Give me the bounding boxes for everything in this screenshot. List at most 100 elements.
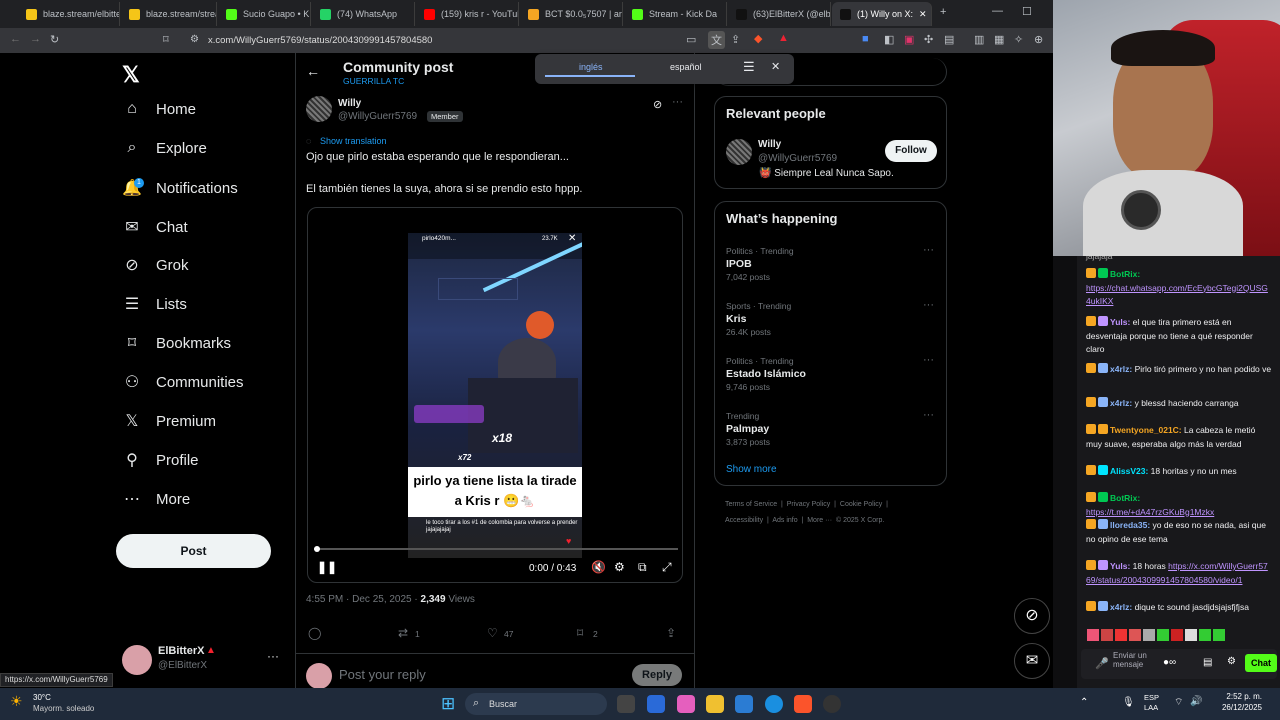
nav-item-grok[interactable]: ⊘ Grok	[122, 255, 188, 275]
tray-mic-icon[interactable]: 🎙	[1122, 697, 1135, 708]
post-more-icon[interactable]: ···	[672, 96, 683, 108]
chat-settings-icon[interactable]: ⚙	[1227, 656, 1236, 667]
extension3-icon[interactable]: ▣	[904, 33, 914, 46]
chat-gift-icon[interactable]: ▤	[1203, 657, 1212, 668]
video-progress-bar[interactable]	[314, 546, 678, 552]
account-switcher[interactable]: ElBitterX ▲ @ElBitterX ···	[122, 643, 292, 679]
trend-more-icon[interactable]: ···	[923, 299, 934, 311]
browser-tab[interactable]: blaze.stream/elbitte	[18, 2, 120, 26]
nav-item-more[interactable]: ⋯ More	[122, 489, 190, 509]
trend-more-icon[interactable]: ···	[923, 244, 934, 256]
person-avatar[interactable]	[726, 139, 752, 165]
edge-icon[interactable]	[735, 695, 753, 713]
translate-menu-icon[interactable]: ☰	[743, 59, 755, 75]
chat-username[interactable]: Yuls:	[1110, 561, 1130, 571]
chat-username[interactable]: Yuls:	[1110, 317, 1130, 327]
weather-icon[interactable]: ☀	[10, 693, 23, 710]
wallet-icon[interactable]: ▦	[994, 33, 1004, 46]
obs-icon[interactable]	[823, 695, 841, 713]
nav-item-profile[interactable]: ⚲ Profile	[122, 450, 198, 470]
like-icon[interactable]: ♡	[487, 626, 498, 640]
tray-chevron-icon[interactable]: ⌃	[1080, 697, 1088, 708]
bookmark-page-icon[interactable]: ⌑	[163, 33, 169, 46]
brave-icon[interactable]	[794, 695, 812, 713]
chat-username[interactable]: Twentyone_021C:	[1110, 425, 1182, 435]
browser-tab[interactable]: Stream - Kick Da	[624, 2, 727, 26]
chat-send-button[interactable]: Chat	[1245, 654, 1277, 672]
site-info-icon[interactable]: ⚙	[190, 34, 199, 45]
sidebar-toggle-icon[interactable]: ▤	[944, 33, 954, 46]
nav-item-communities[interactable]: ⚇ Communities	[122, 372, 244, 392]
browser-tab[interactable]: (159) kris r - YouTub	[416, 2, 519, 26]
share-post-icon[interactable]: ⇪	[666, 626, 676, 640]
pip-icon[interactable]: ⧉	[638, 560, 647, 575]
chat-input[interactable]: Enviar un mensaje	[1113, 651, 1153, 669]
community-name[interactable]: GUERRILLA TC	[343, 76, 404, 86]
chat-username[interactable]: AlissV23:	[1110, 466, 1148, 476]
browser-tab[interactable]: BCT $0.0₅7507 | are	[520, 2, 623, 26]
video-player[interactable]: pirlo420m... 23.7K ✕ x18 x72 pirlo ya ti…	[307, 207, 683, 583]
grok-float-button[interactable]: ⊘	[1014, 598, 1050, 634]
emote-bar[interactable]	[1087, 628, 1277, 644]
author-handle[interactable]: @WillyGuerr5769	[338, 111, 417, 122]
cast-icon[interactable]: ▭	[686, 33, 696, 46]
browser-tab[interactable]: blaze.stream/stream	[121, 2, 217, 26]
nav-item-chat[interactable]: ✉ Chat	[122, 217, 187, 237]
post-button[interactable]: Post	[116, 534, 271, 568]
fullscreen-icon[interactable]: ⤢	[662, 560, 672, 575]
browser-icon[interactable]	[765, 695, 783, 713]
minimize-icon[interactable]: —	[992, 5, 1003, 17]
chat-username[interactable]: x4rlz:	[1110, 364, 1132, 374]
back-icon[interactable]: ←	[10, 33, 21, 45]
file-explorer-icon[interactable]	[706, 695, 724, 713]
translate-icon[interactable]: 文	[708, 31, 725, 49]
app-icon-2[interactable]	[677, 695, 695, 713]
chat-username[interactable]: lloreda35:	[1110, 520, 1150, 530]
chat-username[interactable]: BotRix:	[1110, 493, 1140, 503]
extension2-icon[interactable]: ◧	[884, 33, 894, 46]
windows-start-icon[interactable]: ⊞	[441, 694, 455, 714]
brave-rewards-icon[interactable]: ▲	[778, 32, 789, 44]
trend-item[interactable]: Politics · Trending IPOB 7,042 posts	[726, 246, 794, 282]
reload-icon[interactable]: ↻	[50, 33, 59, 46]
x-logo-icon[interactable]: 𝕏	[122, 62, 140, 88]
trend-more-icon[interactable]: ···	[923, 354, 934, 366]
grok-post-icon[interactable]: ⊘	[653, 98, 662, 111]
browser-tab[interactable]: (74) WhatsApp	[312, 2, 415, 26]
messages-float-button[interactable]: ✉	[1014, 643, 1050, 679]
trend-item[interactable]: Politics · Trending Estado Islámico 9,746 …	[726, 356, 806, 392]
chat-emote-icon[interactable]: ●∞	[1163, 657, 1176, 668]
mute-icon[interactable]: 🔇	[591, 560, 606, 574]
reply-button[interactable]: Reply	[632, 664, 682, 686]
url-field[interactable]: ⚙ x.com/WillyGuerr5769/status/2004309991…	[184, 31, 684, 50]
footer-links-2[interactable]: Accessibility | Ads info | More ··· © 20…	[725, 517, 884, 524]
leo-icon[interactable]: ✧	[1014, 33, 1023, 46]
person-name[interactable]: Willy	[758, 139, 781, 150]
brave-shield-icon[interactable]: ◆	[754, 32, 762, 45]
wifi-icon[interactable]: ⌔	[1174, 696, 1183, 709]
chat-username[interactable]: BotRix:	[1110, 269, 1140, 279]
translate-close-icon[interactable]: ✕	[771, 60, 780, 73]
extension-icon[interactable]: ■	[862, 33, 869, 45]
panel-icon[interactable]: ▥	[974, 33, 984, 46]
task-view-icon[interactable]	[617, 695, 635, 713]
taskbar-search[interactable]: ⌕ Buscar	[465, 693, 607, 715]
account-more-icon[interactable]: ···	[267, 649, 279, 663]
app-icon-1[interactable]	[647, 695, 665, 713]
back-arrow-icon[interactable]: ←	[306, 63, 320, 79]
extensions-puzzle-icon[interactable]: ✣	[924, 33, 933, 46]
nav-item-home[interactable]: ⌂ Home	[122, 100, 196, 118]
chat-mic-icon[interactable]: 🎤	[1095, 657, 1109, 670]
nav-item-bookmarks[interactable]: ⌑ Bookmarks	[122, 333, 231, 353]
chat-link[interactable]: https://t.me/+dA47rzGKuBg1Mzkx	[1086, 507, 1214, 517]
settings-gear-icon[interactable]: ⚙	[614, 560, 625, 574]
nav-item-lists[interactable]: ☰ Lists	[122, 294, 187, 314]
share-icon[interactable]: ⇪	[731, 33, 740, 46]
clock-time[interactable]: 2:52 p. m.	[1214, 692, 1262, 701]
browser-tab[interactable]: (63)ElBitterX (@elbi	[728, 2, 831, 26]
browser-tab[interactable]: (1) Willy on X: ✕	[832, 2, 932, 26]
footer-links-1[interactable]: Terms of Service | Privacy Policy | Cook…	[725, 501, 888, 508]
trend-more-icon[interactable]: ···	[923, 409, 934, 421]
reply-icon[interactable]: ◯	[308, 626, 321, 640]
bookmark-icon[interactable]: ⌑	[577, 626, 583, 640]
